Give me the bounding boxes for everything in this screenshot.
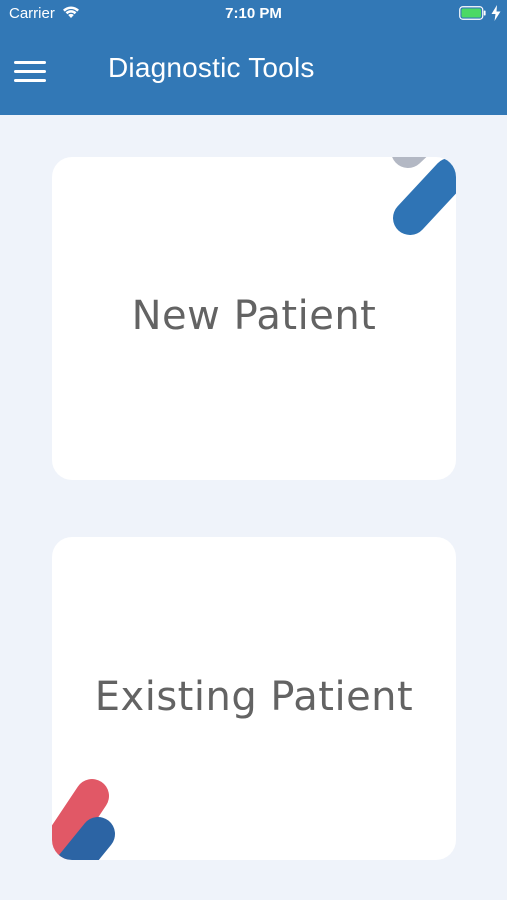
status-time: 7:10 PM [225,5,282,22]
pill-decoration-icon [392,157,456,235]
menu-line [14,79,46,82]
charging-bolt-icon [491,5,501,21]
existing-patient-label: Existing Patient [94,674,414,720]
new-patient-card[interactable]: New Patient [52,157,456,480]
menu-line [14,70,46,73]
new-patient-label: New Patient [131,293,377,339]
pill-decoration-icon [52,779,115,860]
hamburger-menu-icon[interactable] [14,58,48,84]
page-title: Diagnostic Tools [108,52,315,83]
menu-line [14,61,46,64]
battery-charging-icon [459,6,486,20]
existing-patient-card[interactable]: Existing Patient [52,537,456,860]
status-bar: Carrier 7:10 PM [0,0,507,28]
app-header: Carrier 7:10 PM Diagnostic Tools [0,0,507,115]
